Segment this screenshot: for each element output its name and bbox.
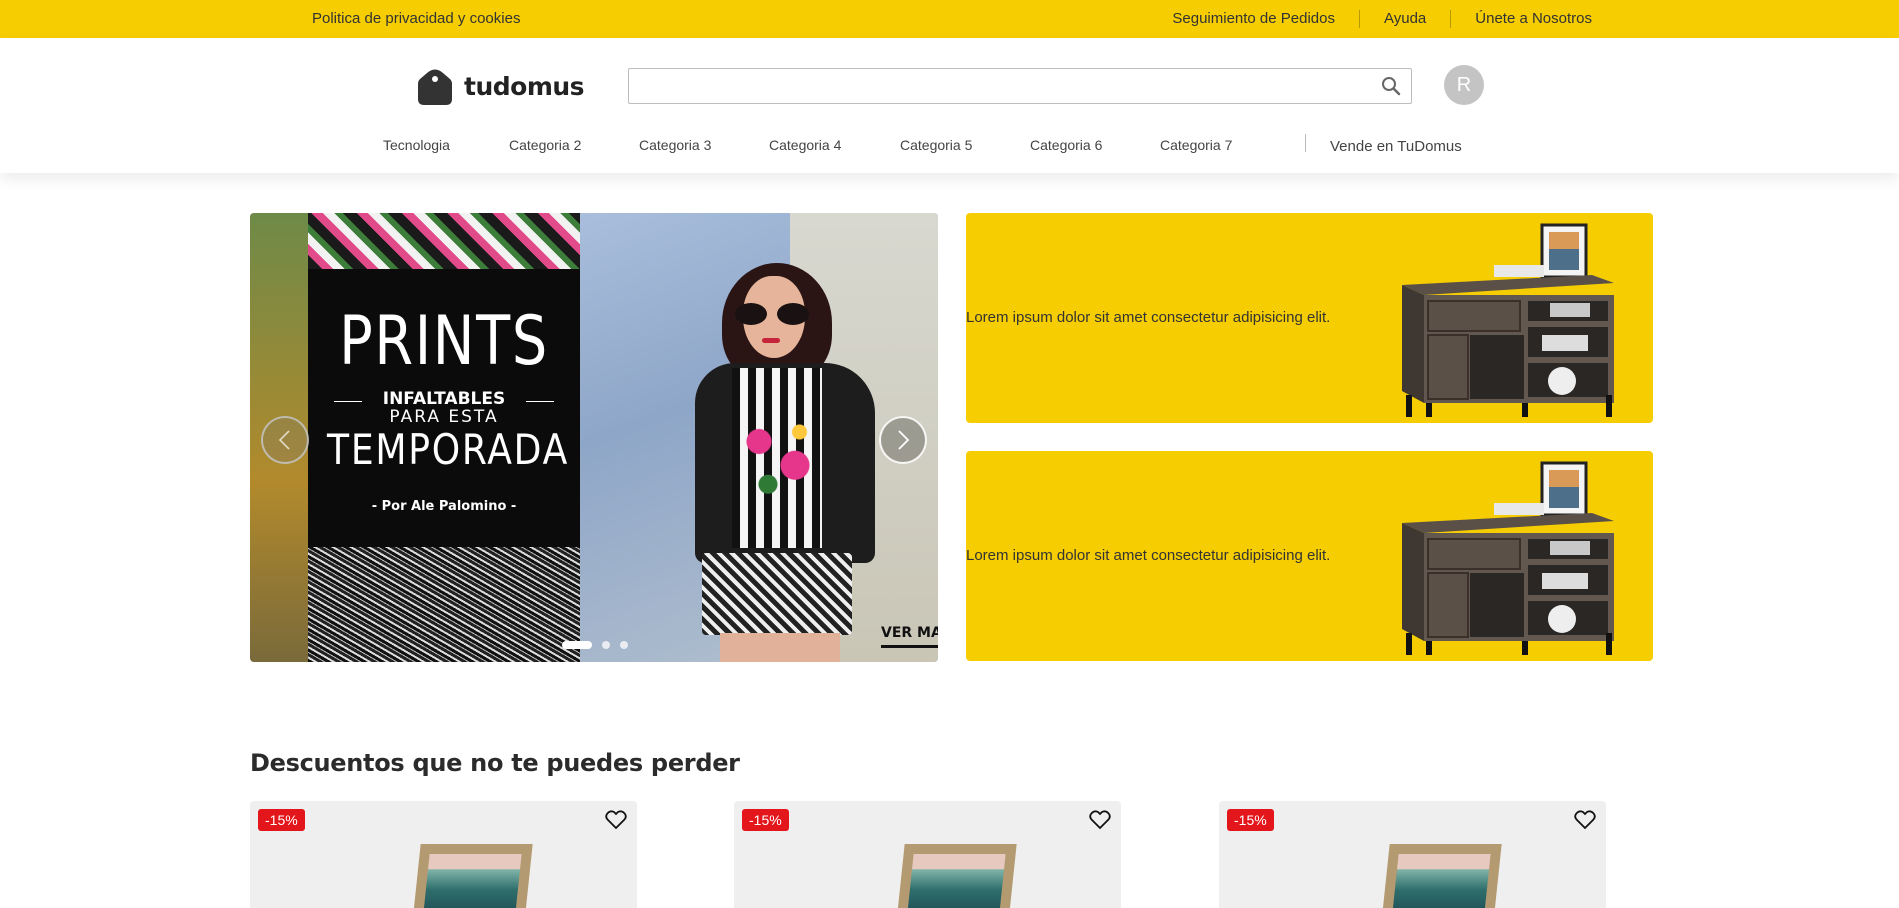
product-card[interactable]: -15% <box>734 801 1121 908</box>
category-3[interactable]: Categoria 3 <box>639 137 711 153</box>
product-card[interactable]: -15% <box>1219 801 1606 908</box>
user-avatar[interactable]: R <box>1444 65 1484 105</box>
product-image <box>413 844 533 908</box>
carousel-next-button[interactable] <box>879 416 927 464</box>
discount-badge: -15% <box>258 809 305 831</box>
carousel-dot-2[interactable] <box>602 641 610 649</box>
search-icon[interactable] <box>1381 76 1401 96</box>
category-6[interactable]: Categoria 6 <box>1030 137 1102 153</box>
privacy-link[interactable]: Politica de privacidad y cookies <box>312 10 520 27</box>
category-tecnologia[interactable]: Tecnologia <box>383 137 450 153</box>
see-more-link[interactable]: VER MA <box>881 625 938 648</box>
category-nav: Tecnologia Categoria 2 Categoria 3 Categ… <box>0 131 1899 161</box>
heart-icon[interactable] <box>605 810 627 830</box>
hero-carousel[interactable]: PRINTS INFALTABLES PARA ESTA TEMPORADA -… <box>250 213 938 662</box>
category-5[interactable]: Categoria 5 <box>900 137 972 153</box>
discounts-title: Descuentos que no te puedes perder <box>250 749 740 777</box>
promo-banner-1[interactable]: Lorem ipsum dolor sit amet consectetur a… <box>966 213 1653 423</box>
heart-icon[interactable] <box>1089 810 1111 830</box>
top-bar: Politica de privacidad y cookies Seguimi… <box>0 0 1899 38</box>
promo-banner-2[interactable]: Lorem ipsum dolor sit amet consectetur a… <box>966 451 1653 661</box>
model-photo <box>250 213 938 662</box>
logo[interactable]: tudomus <box>418 67 585 105</box>
banner-text: Lorem ipsum dolor sit amet consectetur a… <box>966 547 1331 564</box>
join-us-link[interactable]: Únete a Nosotros <box>1450 10 1592 28</box>
product-image <box>897 844 1017 908</box>
carousel-prev-button[interactable] <box>261 416 309 464</box>
logo-wordmark: tudomus <box>464 71 585 101</box>
help-link[interactable]: Ayuda <box>1359 10 1450 28</box>
tv-stand-image <box>1402 461 1614 655</box>
search-input[interactable] <box>629 69 1369 103</box>
discount-badge: -15% <box>742 809 789 831</box>
chevron-left-icon <box>278 430 290 450</box>
top-links: Seguimiento de Pedidos Ayuda Únete a Nos… <box>1148 0 1592 38</box>
carousel-indicators <box>562 641 628 649</box>
product-card[interactable]: -15% <box>250 801 637 908</box>
category-7[interactable]: Categoria 7 <box>1160 137 1232 153</box>
category-4[interactable]: Categoria 4 <box>769 137 841 153</box>
search-bar <box>628 68 1412 104</box>
heart-icon[interactable] <box>1574 810 1596 830</box>
site-header: tudomus R Tecnologia Categoria 2 Categor… <box>0 38 1899 173</box>
category-2[interactable]: Categoria 2 <box>509 137 581 153</box>
carousel-dot-1[interactable] <box>562 641 592 649</box>
discount-badge: -15% <box>1227 809 1274 831</box>
product-image <box>1382 844 1502 908</box>
shopping-tag-icon <box>418 69 452 105</box>
banner-text: Lorem ipsum dolor sit amet consectetur a… <box>966 309 1331 326</box>
chevron-right-icon <box>898 430 910 450</box>
nav-divider <box>1305 134 1306 152</box>
sell-link[interactable]: Vende en TuDomus <box>1330 138 1462 155</box>
carousel-dot-3[interactable] <box>620 641 628 649</box>
order-tracking-link[interactable]: Seguimiento de Pedidos <box>1148 10 1359 28</box>
tv-stand-image <box>1402 223 1614 417</box>
